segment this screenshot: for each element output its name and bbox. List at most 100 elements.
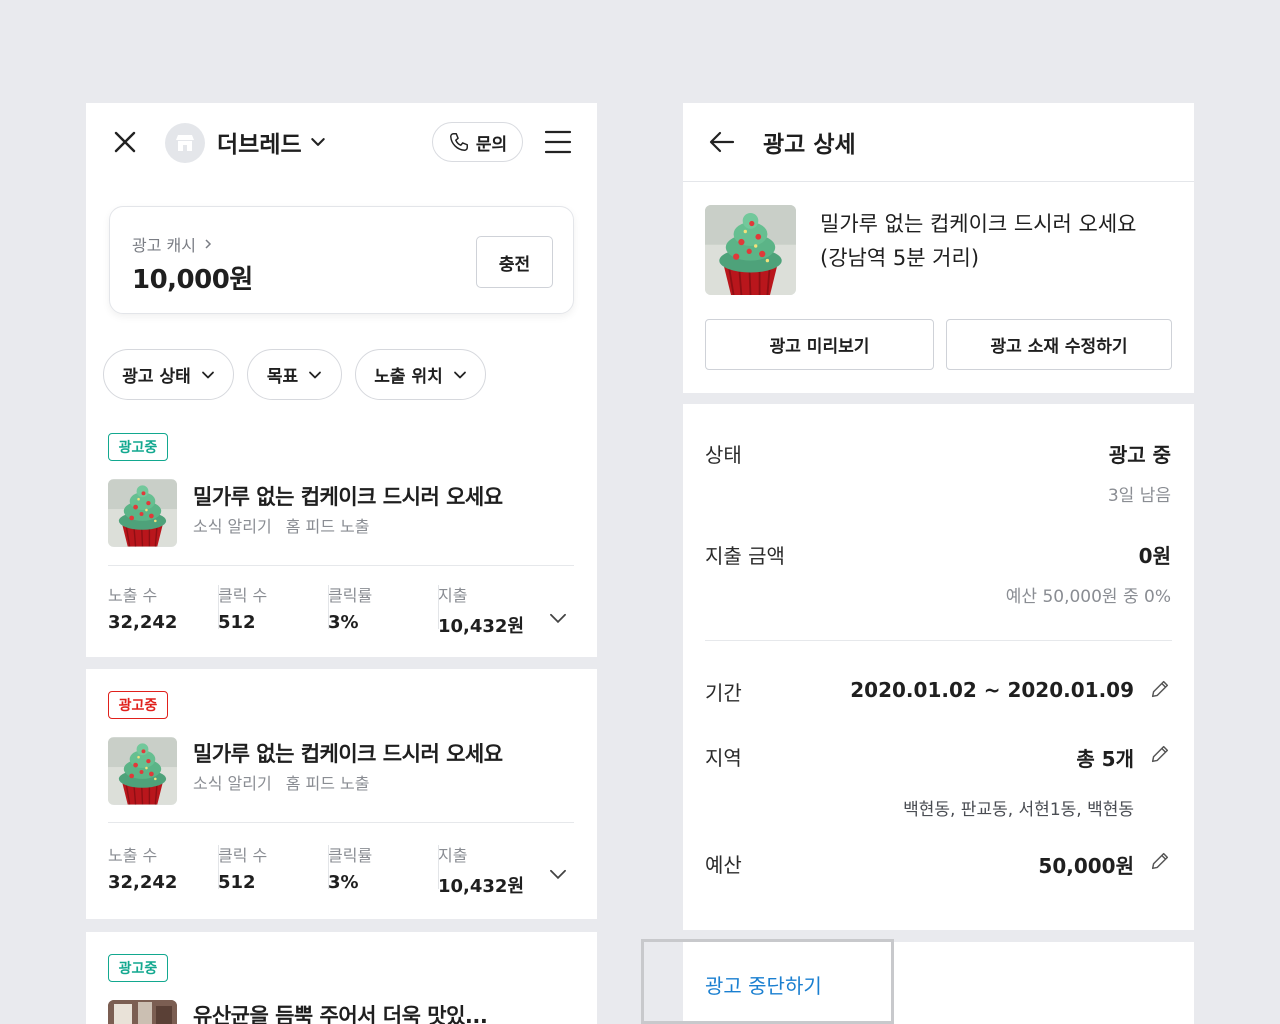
divider [705, 640, 1172, 641]
stat-ctr: 클릭률 3% [328, 842, 428, 898]
chevron-down-icon [310, 134, 326, 150]
filter-label: 광고 상태 [122, 367, 191, 387]
ad-thumbnail [705, 205, 796, 295]
stat-value: 512 [218, 612, 256, 633]
stat-label: 클릭률 [328, 846, 373, 865]
inquiry-label: 문의 [475, 134, 508, 155]
store-selector[interactable]: 더브레드 [217, 125, 326, 159]
ad-thumbnail [108, 479, 177, 547]
stat-clicks: 클릭 수 512 [218, 582, 318, 638]
ad-title: 밀가루 없는 컵케이크 드시러 오세요 [193, 742, 503, 766]
ad-title-line: 밀가루 없는 컵케이크 드시러 오세요 [820, 212, 1137, 236]
ad-cash-value: 10,000원 [132, 265, 253, 295]
ad-thumbnail [108, 1000, 177, 1024]
ad-card[interactable]: 광고중 밀가루 없는 컵케이크 드시러 오세요 소식 알리기 홈 피드 노출 노… [86, 432, 597, 657]
filter-placement[interactable]: 노출 위치 [355, 349, 486, 400]
stat-value: 3% [328, 612, 359, 633]
close-icon[interactable] [112, 129, 138, 155]
stat-ctr: 클릭률 3% [328, 582, 428, 638]
stat-separator [218, 585, 219, 629]
ad-stats: 노출 수 32,242 클릭 수 512 클릭률 3% 지출 10,432원 [108, 582, 538, 638]
spend-value: 0원 [1138, 544, 1171, 568]
stat-impressions: 노출 수 32,242 [108, 582, 208, 638]
stat-label: 지출 [438, 846, 468, 865]
stat-label: 클릭 수 [218, 846, 268, 865]
expand-chevron-icon[interactable] [549, 865, 567, 883]
stat-value: 10,432원 [438, 876, 525, 897]
ad-placement: 홈 피드 노출 [285, 774, 370, 793]
ad-title: 밀가루 없는 컵케이크 드시러 오세요 (강남역 5분 거리) [820, 207, 1137, 275]
store-name: 더브레드 [217, 132, 302, 158]
pencil-icon[interactable] [1149, 678, 1171, 700]
stat-spend: 지출 10,432원 [438, 582, 538, 638]
focus-highlight [641, 939, 894, 1024]
stat-impressions: 노출 수 32,242 [108, 842, 208, 898]
chevron-down-icon [308, 368, 322, 382]
ad-card[interactable]: 광고중 유산균을 듬뿍 주어서 더욱 맛있... [86, 932, 597, 1024]
divider [108, 822, 574, 823]
ad-card[interactable]: 광고중 밀가루 없는 컵케이크 드시러 오세요 소식 알리기 홈 피드 노출 노… [86, 669, 597, 919]
pencil-icon[interactable] [1149, 850, 1171, 872]
ad-info-section: 상태 광고 중 3일 남음 지출 금액 0원 예산 50,000원 중 0% 기… [683, 404, 1194, 930]
spend-note: 예산 50,000원 중 0% [1005, 587, 1171, 607]
chevron-down-icon [453, 368, 467, 382]
status-badge: 광고중 [108, 691, 168, 719]
filter-label: 노출 위치 [374, 367, 443, 387]
period-label: 기간 [705, 681, 742, 705]
stat-label: 노출 수 [108, 846, 158, 865]
status-value: 광고 중 [1108, 443, 1171, 467]
ad-cash-card: 광고 캐시 10,000원 충전 [109, 206, 574, 314]
phone-icon [449, 133, 468, 151]
stat-value: 32,242 [108, 612, 178, 633]
edit-creative-button[interactable]: 광고 소재 수정하기 [946, 319, 1172, 370]
stat-separator [218, 845, 219, 889]
stat-value: 512 [218, 872, 256, 893]
ad-cash-link[interactable]: 광고 캐시 [132, 232, 214, 256]
period-value: 2020.01.02 ~ 2020.01.09 [850, 678, 1134, 702]
ad-stats: 노출 수 32,242 클릭 수 512 클릭률 3% 지출 10,432원 [108, 842, 538, 898]
ad-title: 유산균을 듬뿍 주어서 더욱 맛있... [193, 1004, 488, 1024]
status-note: 3일 남음 [1107, 486, 1171, 506]
expand-chevron-icon[interactable] [549, 609, 567, 627]
ad-meta: 소식 알리기 홈 피드 노출 [193, 770, 369, 794]
divider [108, 565, 574, 566]
status-badge: 광고중 [108, 433, 168, 461]
budget-value: 50,000원 [1038, 854, 1134, 878]
ad-meta: 소식 알리기 홈 피드 노출 [193, 513, 369, 537]
stat-value: 10,432원 [438, 616, 525, 637]
stat-label: 노출 수 [108, 586, 158, 605]
stat-value: 32,242 [108, 872, 178, 893]
filter-ad-status[interactable]: 광고 상태 [103, 349, 234, 400]
ad-placement: 홈 피드 노출 [285, 517, 370, 536]
stat-separator [328, 585, 329, 629]
ad-title: 밀가루 없는 컵케이크 드시러 오세요 [193, 485, 503, 509]
store-icon [176, 135, 194, 151]
back-arrow-icon[interactable] [707, 127, 737, 157]
spend-label: 지출 금액 [705, 544, 785, 568]
charge-button[interactable]: 충전 [476, 236, 553, 288]
region-list: 백현동, 판교동, 서현1동, 백현동 [903, 800, 1134, 820]
region-label: 지역 [705, 746, 742, 770]
stat-spend: 지출 10,432원 [438, 842, 538, 898]
budget-label: 예산 [705, 853, 742, 877]
chevron-right-icon [205, 239, 212, 249]
inquiry-button[interactable]: 문의 [432, 122, 523, 162]
stat-value: 3% [328, 872, 359, 893]
stat-separator [438, 845, 439, 889]
divider [683, 181, 1194, 182]
status-badge: 광고중 [108, 954, 168, 982]
ad-detail-screen: 광고 상세 밀가루 없는 컵케이크 드시러 오세요 (강남역 5분 거리) 광고… [683, 103, 1194, 393]
menu-icon[interactable] [544, 129, 572, 155]
ad-list-screen: 더브레드 문의 광고 캐시 10,000원 충전 광고 상태 목표 노출 위치 … [86, 103, 597, 657]
filter-goal[interactable]: 목표 [247, 349, 342, 400]
ad-cash-label: 광고 캐시 [132, 236, 196, 255]
region-value: 총 5개 [1076, 747, 1134, 771]
ad-preview-button[interactable]: 광고 미리보기 [705, 319, 934, 370]
stat-separator [328, 845, 329, 889]
pencil-icon[interactable] [1149, 743, 1171, 765]
stat-clicks: 클릭 수 512 [218, 842, 318, 898]
chevron-down-icon [201, 368, 215, 382]
page-title: 광고 상세 [763, 132, 856, 158]
stat-separator [438, 585, 439, 629]
filter-label: 목표 [266, 367, 299, 387]
